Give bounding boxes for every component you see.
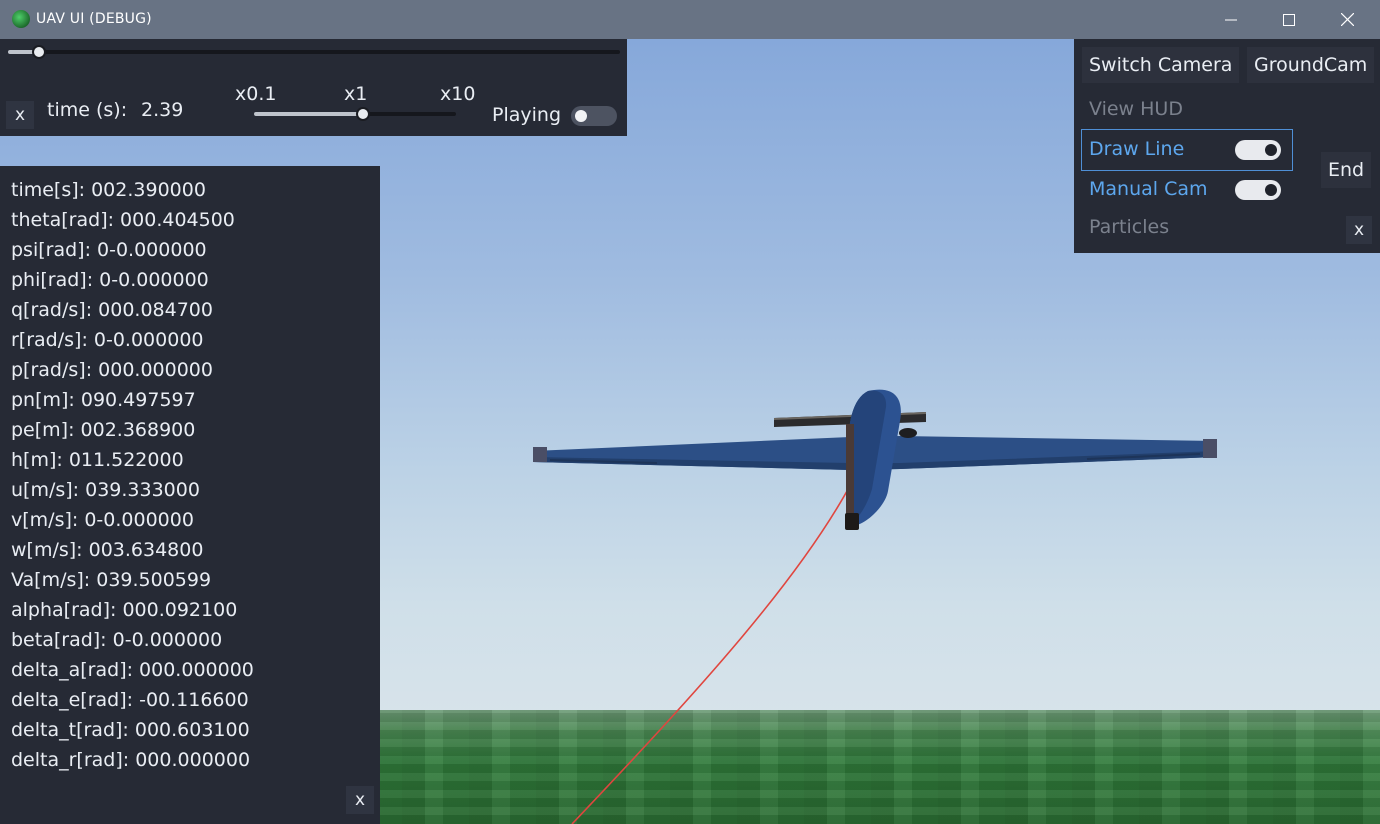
particles-option[interactable]: Particles: [1089, 216, 1169, 238]
telemetry-row: h[m]: 011.522000: [11, 449, 184, 471]
telemetry-row: delta_t[rad]: 000.603100: [11, 719, 250, 741]
maximize-button[interactable]: [1260, 0, 1318, 39]
telemetry-row: p[rad/s]: 000.000000: [11, 359, 213, 381]
camera-panel: Switch Camera GroundCam View HUD Draw Li…: [1074, 39, 1380, 253]
telemetry-row: beta[rad]: 0-0.000000: [11, 629, 223, 651]
uav-aircraft: [533, 389, 1217, 530]
timeline-close-button[interactable]: x: [6, 101, 34, 129]
camera-panel-close-button[interactable]: x: [1346, 216, 1372, 244]
maximize-icon: [1283, 13, 1295, 26]
time-label: time (s):: [47, 99, 128, 121]
view-hud-option[interactable]: View HUD: [1089, 98, 1183, 120]
speed-label-slow: x0.1: [235, 83, 277, 105]
telemetry-row: Va[m/s]: 039.500599: [11, 569, 212, 591]
time-value: 2.39: [141, 99, 184, 121]
telemetry-row: time[s]: 002.390000: [11, 179, 206, 201]
telemetry-row: q[rad/s]: 000.084700: [11, 299, 213, 321]
telemetry-row: delta_r[rad]: 000.000000: [11, 749, 251, 771]
telemetry-panel: time[s]: 002.390000 theta[rad]: 000.40450…: [0, 166, 380, 824]
manual-cam-toggle[interactable]: [1235, 180, 1281, 200]
scrub-slider-track[interactable]: [8, 50, 620, 54]
manual-cam-label: Manual Cam: [1089, 178, 1208, 200]
telemetry-row: delta_a[rad]: 000.000000: [11, 659, 254, 681]
toggle-knob: [575, 110, 587, 122]
app-globe-icon: [12, 10, 30, 28]
telemetry-close-button[interactable]: x: [346, 786, 374, 814]
minimize-icon: [1225, 19, 1237, 20]
telemetry-row: pn[m]: 090.497597: [11, 389, 196, 411]
draw-line-label: Draw Line: [1089, 138, 1185, 160]
end-button[interactable]: End: [1321, 152, 1372, 188]
draw-line-toggle[interactable]: [1235, 140, 1281, 160]
speed-label-fast: x10: [440, 83, 476, 105]
telemetry-row: v[m/s]: 0-0.000000: [11, 509, 194, 531]
flight-trail-line: [571, 481, 853, 824]
telemetry-row: phi[rad]: 0-0.000000: [11, 269, 209, 291]
close-icon: [1340, 13, 1354, 26]
close-window-button[interactable]: [1318, 0, 1376, 39]
speed-slider-fill: [254, 112, 364, 116]
groundcam-button[interactable]: GroundCam: [1247, 47, 1375, 83]
telemetry-row: r[rad/s]: 0-0.000000: [11, 329, 204, 351]
telemetry-row: theta[rad]: 000.404500: [11, 209, 235, 231]
toggle-knob: [1265, 144, 1277, 156]
telemetry-row: pe[m]: 002.368900: [11, 419, 196, 441]
telemetry-row: u[m/s]: 039.333000: [11, 479, 200, 501]
scrub-slider-handle[interactable]: [31, 45, 46, 59]
telemetry-row: w[m/s]: 003.634800: [11, 539, 204, 561]
telemetry-row: alpha[rad]: 000.092100: [11, 599, 238, 621]
speed-label-normal: x1: [344, 83, 368, 105]
window-title: UAV UI (DEBUG): [36, 11, 152, 27]
timeline-panel: x time (s): 2.39 x0.1 x1 x10 Playing: [0, 39, 627, 136]
playing-toggle[interactable]: [571, 106, 617, 126]
toggle-knob: [1265, 184, 1277, 196]
switch-camera-button[interactable]: Switch Camera: [1082, 47, 1240, 83]
telemetry-row: psi[rad]: 0-0.000000: [11, 239, 207, 261]
minimize-button[interactable]: [1202, 0, 1260, 39]
playing-label: Playing: [492, 104, 562, 126]
speed-slider-handle[interactable]: [356, 107, 371, 121]
telemetry-list: time[s]: 002.390000 theta[rad]: 000.40450…: [11, 176, 254, 776]
window-titlebar: UAV UI (DEBUG): [0, 0, 1380, 39]
telemetry-row: delta_e[rad]: -00.116600: [11, 689, 249, 711]
